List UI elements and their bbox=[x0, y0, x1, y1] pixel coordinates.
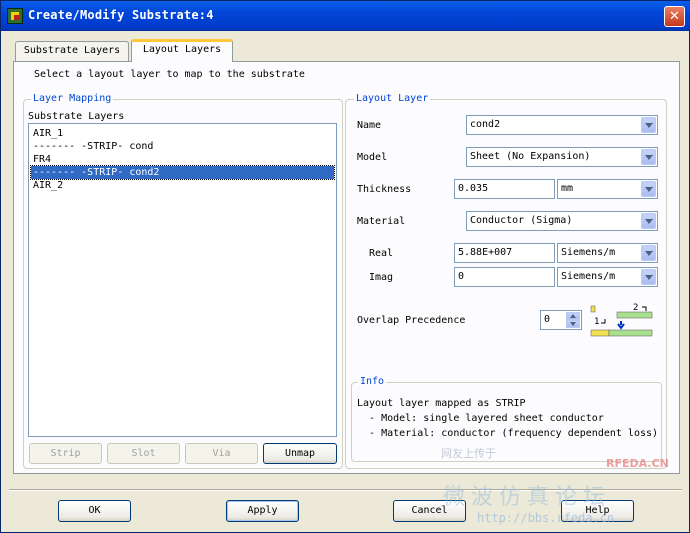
substrate-layers-list[interactable]: AIR_1 ------- -STRIP- cond FR4 ------- -… bbox=[28, 123, 337, 437]
chevron-down-icon[interactable] bbox=[641, 149, 656, 165]
list-item[interactable]: AIR_2 bbox=[31, 179, 334, 192]
list-item[interactable]: AIR_1 bbox=[31, 127, 334, 140]
chevron-down-icon[interactable] bbox=[641, 117, 656, 133]
list-item[interactable]: FR4 bbox=[31, 153, 334, 166]
imag-label: Imag bbox=[369, 272, 394, 283]
spin-up-icon[interactable] bbox=[566, 312, 580, 320]
strip-button[interactable]: Strip bbox=[29, 443, 102, 464]
thickness-unit-value: mm bbox=[561, 183, 574, 194]
thickness-label: Thickness bbox=[357, 184, 412, 195]
overlap-precedence-label: Overlap Precedence bbox=[357, 315, 466, 326]
close-button[interactable]: ✕ bbox=[664, 6, 685, 27]
slot-button[interactable]: Slot bbox=[107, 443, 180, 464]
layer-mapping-title: Layer Mapping bbox=[31, 93, 114, 104]
model-value: Sheet (No Expansion) bbox=[470, 151, 591, 162]
thickness-input[interactable]: 0.035 bbox=[454, 179, 555, 199]
overlap-diagram-top-label: 2 bbox=[633, 303, 638, 313]
imag-unit-select[interactable]: Siemens/m bbox=[557, 267, 658, 287]
tab-layout-layers[interactable]: Layout Layers bbox=[131, 39, 233, 62]
info-line: - Model: single layered sheet conductor bbox=[357, 413, 604, 424]
footer-separator bbox=[9, 489, 682, 491]
list-item-selected[interactable]: ------- -STRIP- cond2 bbox=[30, 165, 335, 180]
chevron-down-icon[interactable] bbox=[641, 181, 656, 197]
layout-layer-title: Layout Layer bbox=[354, 93, 431, 104]
via-button[interactable]: Via bbox=[185, 443, 258, 464]
imag-unit-value: Siemens/m bbox=[561, 271, 616, 282]
cancel-button[interactable]: Cancel bbox=[393, 500, 466, 522]
model-label: Model bbox=[357, 152, 388, 163]
overlap-precedence-spinner[interactable]: 0 bbox=[540, 310, 582, 330]
chevron-down-icon[interactable] bbox=[641, 245, 656, 261]
model-select[interactable]: Sheet (No Expansion) bbox=[466, 147, 658, 167]
substrate-layers-label: Substrate Layers bbox=[28, 111, 125, 122]
real-label: Real bbox=[369, 248, 394, 259]
instruction-text: Select a layout layer to map to the subs… bbox=[34, 69, 305, 80]
window-title: Create/Modify Substrate:4 bbox=[28, 8, 214, 22]
info-line: - Material: conductor (frequency depende… bbox=[357, 428, 659, 439]
chevron-down-icon[interactable] bbox=[641, 269, 656, 285]
material-label: Material bbox=[357, 216, 406, 227]
info-title: Info bbox=[358, 376, 387, 387]
name-value: cond2 bbox=[470, 119, 501, 130]
real-input[interactable]: 5.88E+007 bbox=[454, 243, 555, 263]
overlap-precedence-value: 0 bbox=[544, 314, 551, 325]
help-button[interactable]: Help bbox=[561, 500, 634, 522]
name-select[interactable]: cond2 bbox=[466, 115, 658, 135]
info-line: Layout layer mapped as STRIP bbox=[357, 398, 526, 409]
imag-input[interactable]: 0 bbox=[454, 267, 555, 287]
list-item[interactable]: ------- -STRIP- cond bbox=[31, 140, 334, 153]
overlap-precedence-diagram-icon: 2 1 bbox=[590, 303, 653, 337]
tab-substrate-layers[interactable]: Substrate Layers bbox=[15, 41, 129, 61]
real-unit-value: Siemens/m bbox=[561, 247, 616, 258]
apply-button[interactable]: Apply bbox=[226, 500, 299, 522]
name-label: Name bbox=[357, 120, 382, 131]
thickness-unit-select[interactable]: mm bbox=[557, 179, 658, 199]
spin-down-icon[interactable] bbox=[566, 320, 580, 328]
app-icon bbox=[7, 8, 23, 24]
chevron-down-icon[interactable] bbox=[641, 213, 656, 229]
material-select[interactable]: Conductor (Sigma) bbox=[466, 211, 658, 231]
material-value: Conductor (Sigma) bbox=[470, 215, 573, 226]
dialog-window: Create/Modify Substrate:4 ✕ Substrate La… bbox=[0, 0, 690, 533]
title-bar[interactable]: Create/Modify Substrate:4 ✕ bbox=[1, 1, 690, 31]
ok-button[interactable]: OK bbox=[58, 500, 131, 522]
unmap-button[interactable]: Unmap bbox=[263, 443, 337, 464]
overlap-diagram-bottom-label: 1 bbox=[594, 317, 599, 327]
real-unit-select[interactable]: Siemens/m bbox=[557, 243, 658, 263]
